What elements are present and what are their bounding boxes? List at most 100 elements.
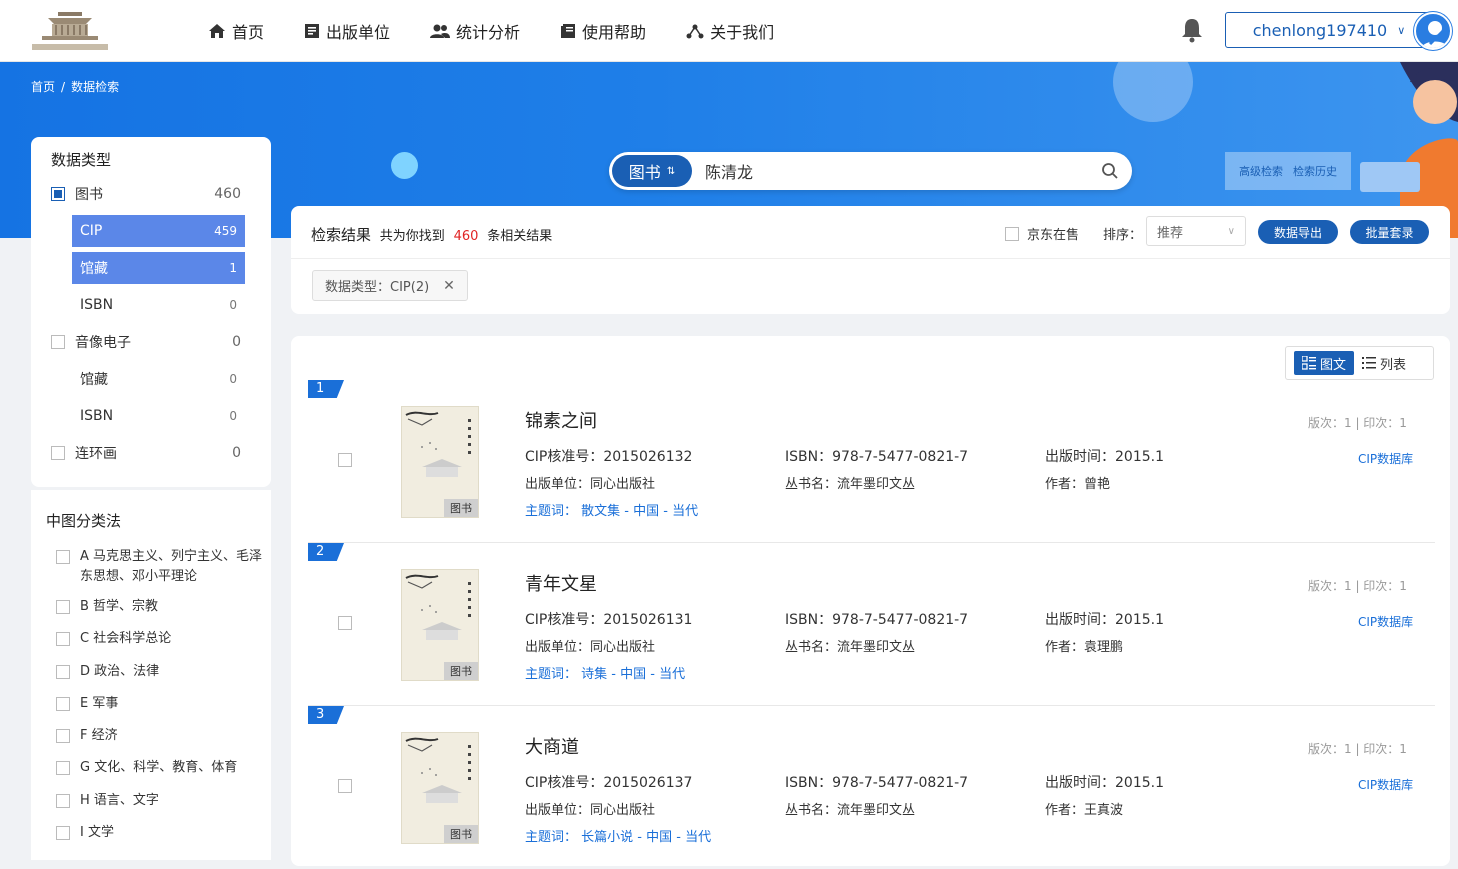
nav-help[interactable]: 使用帮助 — [560, 19, 646, 43]
class-h-checkbox[interactable] — [56, 794, 70, 808]
nav-statistics[interactable]: 统计分析 — [430, 19, 520, 43]
top-bar: 首页 出版单位 统计分析 使用帮助 关于我们 chenlong197410 ∨ — [0, 0, 1458, 62]
book-cover[interactable]: 图书 — [401, 569, 479, 681]
book-icon — [561, 24, 576, 38]
breadcrumb-separator: / — [61, 80, 66, 94]
results-header: 检索结果 共为你找到 460 条相关结果 京东在售 排序： 推荐 ∨ 数据导出 … — [291, 206, 1450, 314]
bell-icon — [1182, 19, 1202, 43]
close-icon[interactable]: ✕ — [443, 278, 455, 294]
sub-book-collection-count: 1 — [229, 261, 237, 275]
nav-home-label: 首页 — [232, 23, 265, 42]
sub-book-isbn[interactable]: ISBN 0 — [72, 289, 245, 321]
breadcrumb-current: 数据检索 — [71, 80, 120, 94]
jd-checkbox[interactable] — [1005, 226, 1019, 241]
nav-home[interactable]: 首页 — [208, 19, 264, 43]
advanced-search-link[interactable]: 高级检索 — [1239, 163, 1283, 179]
database-link[interactable]: CIP数据库 — [1358, 613, 1413, 630]
notification-button[interactable] — [1180, 17, 1204, 47]
search-input[interactable] — [705, 156, 1085, 186]
class-item-d[interactable]: D 政治、法律 — [56, 662, 266, 682]
sort-select[interactable]: 推荐 ∨ — [1146, 216, 1246, 246]
filter-tag: 数据类型：CIP(2) ✕ — [312, 270, 468, 301]
view-grid-button[interactable]: 图文 — [1294, 351, 1355, 375]
result-item: 3 图书 大商道 CIP核准号：2015026137 ISBN：978-7-54… — [308, 706, 1435, 869]
publisher: 出版单位：同心出版社 — [525, 640, 656, 655]
sub-book-cip[interactable]: CIP 459 — [72, 215, 245, 247]
type-book[interactable]: 图书 460 — [51, 183, 241, 205]
class-g-checkbox[interactable] — [56, 761, 70, 775]
book-title[interactable]: 锦素之间 — [525, 407, 597, 433]
class-c-checkbox[interactable] — [56, 632, 70, 646]
class-item-i[interactable]: I 文学 — [56, 823, 266, 843]
class-b-checkbox[interactable] — [56, 600, 70, 614]
class-item-g[interactable]: G 文化、科学、教育、体育 — [56, 758, 266, 778]
book-title[interactable]: 大商道 — [525, 733, 579, 759]
class-f-checkbox[interactable] — [56, 729, 70, 743]
cover-badge: 图书 — [444, 499, 478, 517]
result-index: 3 — [308, 706, 344, 724]
nav-about[interactable]: 关于我们 — [686, 19, 774, 43]
avatar[interactable] — [1414, 12, 1452, 50]
result-item: 1 图书 锦素之间 CIP核准号：2015026132 ISBN：978-7-5… — [308, 380, 1435, 543]
book-cover[interactable]: 图书 — [401, 732, 479, 844]
sub-book-collection[interactable]: 馆藏 1 — [72, 252, 245, 284]
type-av-checkbox[interactable] — [51, 335, 65, 349]
sub-book-cip-count: 459 — [214, 224, 237, 238]
cip-number: CIP核准号：2015026132 — [525, 449, 693, 465]
type-comic[interactable]: 连环画 0 — [51, 442, 241, 464]
subject-link[interactable]: 散文集 - 中国 - 当代 — [581, 504, 698, 519]
results-found-prefix: 共为你找到 — [379, 229, 445, 244]
sub-av-collection[interactable]: 馆藏 0 — [72, 363, 245, 395]
class-e-checkbox[interactable] — [56, 697, 70, 711]
search-type-select[interactable]: 图书 ⇅ — [612, 155, 692, 187]
result-checkbox[interactable] — [338, 453, 352, 467]
site-logo[interactable] — [28, 10, 112, 54]
class-a-checkbox[interactable] — [56, 550, 70, 564]
class-d-checkbox[interactable] — [56, 665, 70, 679]
view-list-button[interactable]: 列表 — [1354, 351, 1414, 375]
series: 丛书名：流年墨印文丛 — [785, 640, 916, 655]
class-i-label: I 文学 — [80, 825, 114, 840]
breadcrumb-home[interactable]: 首页 — [31, 80, 55, 94]
search-icon[interactable] — [1101, 162, 1119, 180]
share-icon — [686, 24, 704, 39]
result-checkbox[interactable] — [338, 616, 352, 630]
subject-label: 主题词： — [525, 667, 578, 682]
result-item: 2 图书 青年文星 CIP核准号：2015026131 ISBN：978-7-5… — [308, 543, 1435, 706]
class-item-c[interactable]: C 社会科学总论 — [56, 629, 266, 649]
search-history-link[interactable]: 检索历史 — [1293, 163, 1337, 179]
subject-link[interactable]: 长篇小说 - 中国 - 当代 — [581, 830, 711, 845]
nav-publishers[interactable]: 出版单位 — [304, 19, 390, 43]
building-icon — [305, 24, 320, 38]
sort-label: 排序： — [1103, 228, 1143, 243]
type-av[interactable]: 音像电子 0 — [51, 331, 241, 353]
class-item-a[interactable]: A 马克思主义、列宁主义、毛泽东思想、邓小平理论 — [56, 547, 266, 587]
export-button[interactable]: 数据导出 — [1258, 220, 1338, 244]
result-checkbox[interactable] — [338, 779, 352, 793]
class-d-label: D 政治、法律 — [80, 664, 160, 679]
sub-av-isbn[interactable]: ISBN 0 — [72, 400, 245, 432]
data-type-title: 数据类型 — [51, 151, 112, 169]
header-divider — [291, 258, 1450, 259]
user-menu-button[interactable]: chenlong197410 ∨ — [1225, 12, 1433, 48]
author: 作者：袁理鹏 — [1045, 640, 1124, 655]
edition-info: 版次：1 | 印次：1 — [1308, 579, 1407, 593]
book-title[interactable]: 青年文星 — [525, 570, 597, 596]
jd-filter[interactable]: 京东在售 — [1005, 224, 1079, 243]
sub-book-isbn-count: 0 — [229, 298, 237, 312]
class-i-checkbox[interactable] — [56, 826, 70, 840]
type-book-checkbox[interactable] — [51, 187, 65, 201]
book-cover[interactable]: 图书 — [401, 406, 479, 518]
type-comic-checkbox[interactable] — [51, 446, 65, 460]
class-item-e[interactable]: E 军事 — [56, 694, 266, 714]
type-av-count: 0 — [232, 334, 241, 350]
subject-link[interactable]: 诗集 - 中国 - 当代 — [581, 667, 685, 682]
class-item-f[interactable]: F 经济 — [56, 726, 266, 746]
database-link[interactable]: CIP数据库 — [1358, 450, 1413, 467]
class-f-label: F 经济 — [80, 728, 118, 743]
class-item-b[interactable]: B 哲学、宗教 — [56, 597, 266, 617]
class-item-h[interactable]: H 语言、文字 — [56, 791, 266, 811]
results-title: 检索结果 — [311, 226, 372, 244]
database-link[interactable]: CIP数据库 — [1358, 776, 1413, 793]
batch-import-button[interactable]: 批量套录 — [1350, 220, 1429, 244]
